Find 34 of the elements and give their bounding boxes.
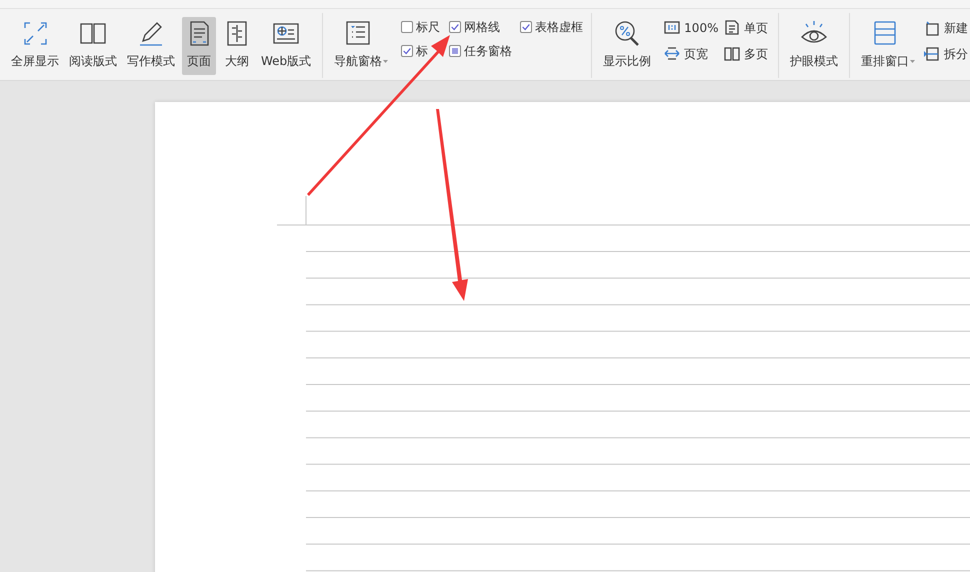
check-icon <box>521 22 532 32</box>
page-icon <box>724 20 740 36</box>
checkbox-option[interactable]: 网格线 <box>449 19 520 35</box>
check-icon <box>450 22 460 32</box>
checkbox-option[interactable]: 标尺 <box>401 19 450 35</box>
check-icon <box>402 46 412 56</box>
eye-mode-button[interactable]: 护眼模式 <box>787 17 842 75</box>
split-icon <box>924 46 940 62</box>
zoom-option-button[interactable]: 多页 <box>722 43 770 65</box>
pages-icon <box>724 46 740 62</box>
zoom-option-button[interactable]: 单页 <box>722 17 770 39</box>
window-option-button[interactable]: 新建 <box>922 17 970 39</box>
checkbox-option[interactable]: 标 <box>401 43 450 59</box>
ratio-icon <box>664 20 680 36</box>
checkbox-option[interactable]: 任务窗格 <box>449 43 520 59</box>
checkbox-option[interactable]: 表格虚框 <box>520 19 584 35</box>
arrange-windows-button[interactable]: 重排窗口 <box>858 17 912 75</box>
new-window-icon <box>924 20 940 36</box>
view-mode-button[interactable]: Web版式 <box>258 17 314 75</box>
view-mode-button[interactable]: 写作模式 <box>124 17 178 75</box>
view-mode-button[interactable]: 全屏显示 <box>8 17 62 75</box>
nav-pane-button[interactable]: 导航窗格 <box>331 17 386 75</box>
zoom-option-button[interactable]: 100% <box>662 17 722 39</box>
view-mode-button[interactable]: 大纲 <box>220 17 254 75</box>
magnifier-icon <box>613 19 642 47</box>
view-mode-button[interactable]: 页面 <box>182 17 216 75</box>
window-option-button[interactable]: 拆分 <box>922 43 970 65</box>
list-icon <box>344 19 372 47</box>
width-icon <box>664 46 680 62</box>
caret-icon <box>910 60 916 63</box>
caret-icon <box>383 60 388 63</box>
zoom-option-button[interactable]: 页宽 <box>662 43 722 65</box>
view-mode-button[interactable]: 阅读版式 <box>66 17 120 75</box>
zoom-button[interactable]: 显示比例 <box>600 17 654 75</box>
